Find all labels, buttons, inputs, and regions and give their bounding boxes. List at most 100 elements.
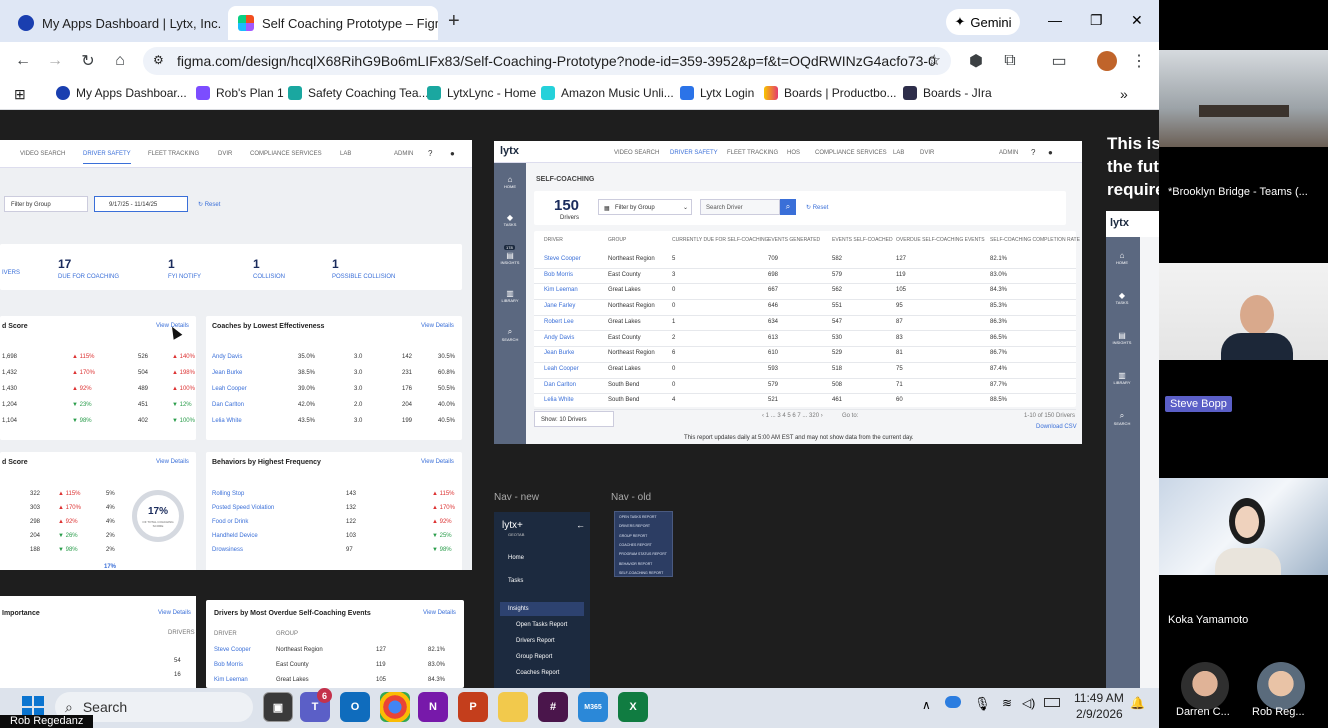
nav-dvir[interactable]: DVIR: [920, 150, 934, 156]
minimize-button[interactable]: —: [1048, 12, 1062, 28]
nav-old-item[interactable]: PROGRAM STATUS REPORT: [619, 552, 667, 556]
pagination[interactable]: ‹ 1 ... 3 4 5 6 7 ... 320 ›: [762, 413, 823, 419]
bookmark-item[interactable]: LytxLync - Home: [427, 86, 536, 100]
clock-time[interactable]: 11:49 AM: [1074, 691, 1124, 705]
nav-video-search[interactable]: VIDEO SEARCH: [20, 151, 65, 157]
table-row[interactable]: 1,430 ▲ 92% 489 ▲ 100%: [0, 383, 196, 399]
help-icon[interactable]: ?: [1031, 148, 1035, 157]
nav-old-item[interactable]: OPEN TASKS REPORT: [619, 515, 657, 519]
table-cell[interactable]: Dan Carlton: [212, 402, 244, 408]
lytx-logo[interactable]: lytx: [500, 145, 519, 157]
col-header[interactable]: EVENTS GENERATED: [768, 237, 820, 243]
task-view-icon[interactable]: ▣: [263, 692, 293, 722]
tab-my-apps[interactable]: My Apps Dashboard | Lytx, Inc. ✕: [8, 6, 222, 40]
reset-link[interactable]: ↻ Reset: [806, 204, 828, 211]
file-explorer-icon[interactable]: [498, 692, 528, 722]
collapse-arrow-icon[interactable]: ←: [576, 520, 585, 530]
cast-icon[interactable]: ▭: [1047, 49, 1071, 73]
menu-icon[interactable]: ⋮: [1127, 49, 1151, 73]
bookmark-item[interactable]: My Apps Dashboar...: [56, 86, 187, 100]
apps-grid-icon[interactable]: ⊞: [14, 86, 26, 103]
nav-admin[interactable]: ADMIN: [394, 151, 413, 157]
m365-app-icon[interactable]: M365: [578, 692, 608, 722]
table-row[interactable]: Bob Morris East County 3 698 579 119 83.0%: [534, 269, 1076, 285]
table-cell[interactable]: Rolling Stop: [212, 491, 244, 497]
gemini-button[interactable]: ✦ Gemini: [946, 9, 1020, 35]
table-row[interactable]: Food or Drink 122 ▲ 92%: [206, 516, 462, 530]
nav-driver-safety[interactable]: DRIVER SAFETY: [83, 151, 131, 164]
address-bar[interactable]: ⚙ figma.com/design/hcqlX68RihG9Bo6mLIFx8…: [143, 47, 951, 75]
table-cell[interactable]: Andy Davis: [544, 335, 574, 341]
bookmark-item[interactable]: Boards | Productbo...: [764, 86, 897, 100]
table-row[interactable]: Leah Cooper 39.0% 3.0 176 50.5%: [206, 383, 462, 399]
table-cell[interactable]: Posted Speed Violation: [212, 505, 274, 511]
sidebar-item-library[interactable]: ▥ LIBRARY: [494, 289, 526, 303]
rob-avatar[interactable]: [1257, 662, 1305, 710]
nav-dvir[interactable]: DVIR: [218, 151, 232, 157]
koka-yamamoto-video[interactable]: [1159, 478, 1328, 575]
powerpoint-app-icon[interactable]: P: [458, 692, 488, 722]
wifi-icon[interactable]: ≋: [1002, 696, 1012, 710]
table-row[interactable]: Leah Cooper Great Lakes 0 593 518 75 87.4%: [534, 363, 1076, 379]
mic-muted-icon[interactable]: 🎙: [974, 696, 991, 712]
tray-chevron-icon[interactable]: ∧: [922, 698, 931, 712]
bookmark-item[interactable]: Safety Coaching Tea...: [288, 86, 429, 100]
nav-lab[interactable]: LAB: [340, 151, 351, 157]
table-row[interactable]: 1,104 ▼ 98% 402 ▼ 100%: [0, 415, 196, 431]
table-row[interactable]: Dan Carlton South Bend 0 579 508 71 87.7%: [534, 379, 1076, 395]
bookmark-star-icon[interactable]: ☆: [928, 51, 941, 69]
bookmark-item[interactable]: Boards - JIra: [903, 86, 992, 100]
nav-admin[interactable]: ADMIN: [999, 150, 1018, 156]
nav-new-item[interactable]: Drivers Report: [516, 638, 555, 644]
download-csv-link[interactable]: Download CSV: [1036, 424, 1077, 430]
steve-bopp-video[interactable]: [1159, 263, 1328, 360]
nav-old-item[interactable]: GROUP REPORT: [619, 534, 647, 538]
sidebar-item-tasks[interactable]: ◆ TASKS: [494, 213, 526, 227]
extension-icon[interactable]: ⬢: [964, 49, 988, 73]
figma-canvas[interactable]: VIDEO SEARCH DRIVER SAFETY FLEET TRACKIN…: [0, 110, 1159, 688]
table-row[interactable]: Andy Davis 35.0% 3.0 142 30.5%: [206, 351, 462, 367]
table-row[interactable]: Jane Farley Northeast Region 0 646 551 95 85.3…: [534, 300, 1076, 316]
nav-compliance[interactable]: COMPLIANCE SERVICES: [250, 151, 322, 157]
table-row[interactable]: 188 ▼ 98% 2%: [0, 544, 196, 558]
view-details-link[interactable]: View Details: [421, 323, 454, 329]
nav-new-item[interactable]: Tasks: [508, 578, 523, 584]
table-cell[interactable]: Bob Morris: [214, 662, 243, 668]
table-row[interactable]: Lelia White South Bend 4 521 461 60 88.5%: [534, 394, 1076, 410]
volume-icon[interactable]: ◁): [1022, 696, 1035, 710]
teams-app-icon[interactable]: T 6: [300, 688, 332, 722]
table-cell[interactable]: Lelia White: [544, 397, 574, 403]
table-cell[interactable]: Kim Leeman: [214, 677, 248, 683]
col-header[interactable]: EVENTS SELF-COACHED: [832, 237, 893, 243]
table-row[interactable]: Kim Leeman Great Lakes 105 84.3%: [206, 674, 464, 688]
close-window-button[interactable]: ✕: [1131, 12, 1143, 29]
sidebar-item-search[interactable]: ⌕ SEARCH: [1106, 411, 1138, 426]
view-details-link[interactable]: View Details: [421, 459, 454, 465]
sidebar-item-insights[interactable]: ▤ INSIGHTS: [494, 251, 526, 265]
nav-compliance[interactable]: COMPLIANCE SERVICES: [815, 150, 887, 156]
view-details-link[interactable]: View Details: [156, 459, 189, 465]
bookmark-item[interactable]: Rob's Plan 1: [196, 86, 284, 100]
user-icon[interactable]: ●: [450, 149, 455, 158]
table-cell[interactable]: Dan Carlton: [544, 382, 576, 388]
maximize-button[interactable]: ❐: [1090, 12, 1103, 29]
nav-video-search[interactable]: VIDEO SEARCH: [614, 150, 659, 156]
table-cell[interactable]: Jane Farley: [544, 303, 575, 309]
table-row[interactable]: Andy Davis East County 2 613 530 83 86.5%: [534, 332, 1076, 348]
nav-new-item[interactable]: Home: [508, 555, 524, 561]
table-cell[interactable]: Leah Cooper: [212, 386, 247, 392]
bookmark-item[interactable]: Amazon Music Unli...: [541, 86, 674, 100]
table-cell[interactable]: Drowsiness: [212, 547, 243, 553]
sidebar-item-search[interactable]: ⌕ SEARCH: [494, 327, 526, 342]
col-header[interactable]: DRIVER: [544, 237, 563, 243]
view-details-link[interactable]: View Details: [423, 610, 456, 616]
nav-old-item[interactable]: SELF-COACHING REPORT: [619, 571, 663, 575]
conference-room-video[interactable]: [1159, 50, 1328, 147]
nav-hos[interactable]: HOS: [787, 150, 800, 156]
site-info-icon[interactable]: ⚙: [153, 53, 164, 67]
table-cell[interactable]: Jean Burke: [212, 370, 242, 376]
clock-date[interactable]: 2/9/2026: [1076, 707, 1123, 721]
nav-fleet-tracking[interactable]: FLEET TRACKING: [727, 150, 778, 156]
table-row[interactable]: Posted Speed Violation 132 ▲ 170%: [206, 502, 462, 516]
nav-old-item[interactable]: BEHAVIOR REPORT: [619, 562, 652, 566]
